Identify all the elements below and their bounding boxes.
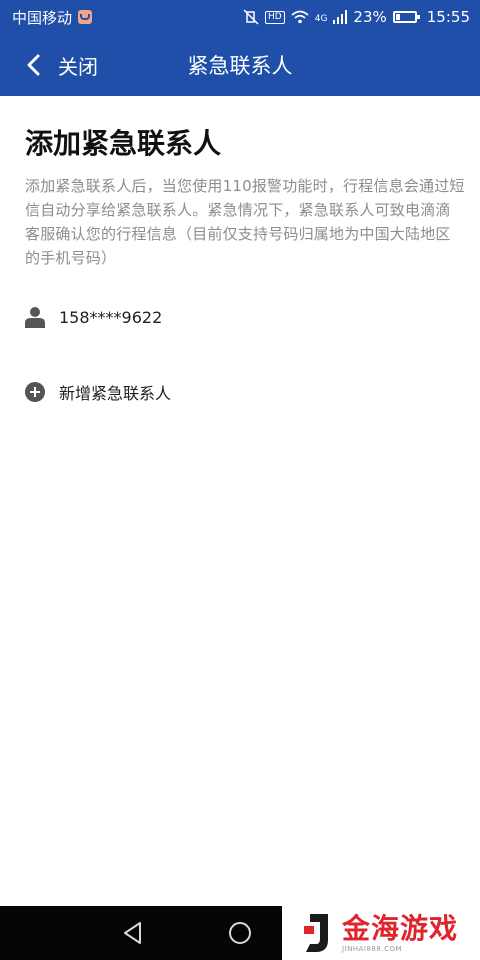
mute-vibrate-icon	[243, 9, 259, 25]
watermark-text: 金海游戏	[342, 912, 459, 945]
battery-icon	[392, 11, 420, 23]
section-heading: 添加紧急联系人	[25, 127, 222, 160]
contact-item[interactable]: 158****9622	[25, 302, 162, 332]
triangle-back-icon[interactable]	[120, 920, 146, 946]
app-bar: 关闭 紧急联系人	[0, 34, 480, 96]
carrier-name: 中国移动	[12, 8, 73, 27]
watermark-logo-icon	[304, 914, 328, 952]
back-chevron-icon[interactable]	[12, 34, 54, 96]
add-contact-label: 新增紧急联系人	[59, 384, 172, 403]
wifi-icon	[291, 10, 309, 24]
hd-icon: HD	[265, 10, 285, 24]
contact-phone: 158****9622	[59, 307, 163, 327]
person-icon	[25, 307, 45, 328]
signal-icon	[333, 10, 348, 24]
watermark-subtext: JINHAI888.COM	[342, 945, 403, 953]
close-button[interactable]: 关闭	[58, 51, 98, 80]
status-right: HD 4G 23% 15:55	[243, 8, 470, 26]
battery-percent: 23%	[353, 8, 387, 26]
network-type: 4G	[314, 14, 328, 24]
add-contact-button[interactable]: 新增紧急联系人	[25, 378, 171, 406]
plus-circle-icon	[25, 382, 45, 402]
status-bar: 中国移动 HD 4G 23% 15:55	[0, 0, 480, 34]
carrier-app-icon	[78, 10, 93, 24]
circle-home-icon[interactable]	[229, 922, 251, 944]
description-text: 添加紧急联系人后，当您使用110报警功能时，行程信息会通过短信自动分享给紧急联系…	[25, 177, 465, 267]
watermark: 金海游戏 JINHAI888.COM	[282, 906, 480, 960]
clock: 15:55	[426, 8, 470, 26]
watermark-text-group: 金海游戏 JINHAI888.COM	[342, 912, 459, 954]
status-left: 中国移动	[12, 7, 93, 28]
